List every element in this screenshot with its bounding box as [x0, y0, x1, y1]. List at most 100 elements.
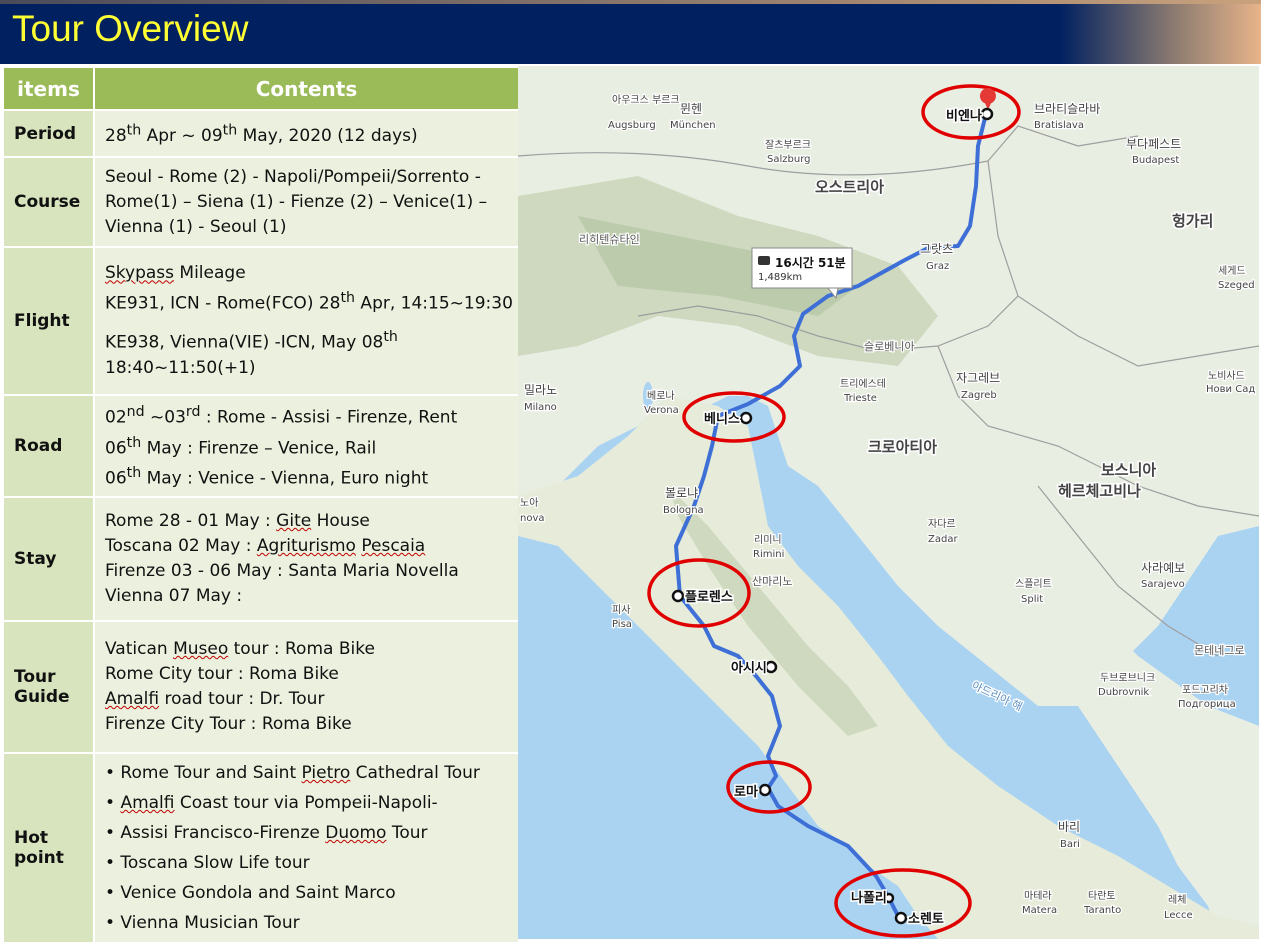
city-matera: Matera [1022, 905, 1057, 916]
table-row-guide: Tour Guide Vatican Museo tour : Roma Bike… [2, 620, 520, 754]
stop-marker-rome[interactable] [758, 783, 772, 797]
stop-label-assisi: 아시시 [731, 660, 767, 676]
city-nova: nova [520, 513, 545, 524]
city-taranto-ko: 타란토 [1088, 890, 1116, 902]
city-bari: Bari [1060, 839, 1080, 850]
map-canvas: 16시간 51분 1,489km 비엔나 베니스 플로렌스 아시시 로마 나폴리… [518, 66, 1259, 939]
country-label-bosnia-2: 헤르체고비나 [1058, 482, 1141, 500]
city-munich-ko: 뮌헨 [680, 102, 702, 116]
city-zadar: Zadar [928, 534, 958, 545]
city-trieste-ko: 트리에스테 [840, 378, 886, 390]
city-sarajevo: Sarajevo [1141, 579, 1185, 590]
city-dubrovnik: Dubrovnik [1098, 687, 1149, 698]
guide-content: Vatican Museo tour : Roma Bike Rome City… [93, 620, 520, 754]
city-verona-ko: 베로나 [647, 390, 675, 402]
title-bar-accent [0, 0, 1261, 4]
table-row-flight: Flight Skypass Mileage KE931, ICN - Rome… [2, 246, 520, 396]
car-icon [758, 256, 770, 265]
overview-table: items Contents Period 28th Apr ~ 09th Ma… [2, 66, 520, 944]
city-rimini: Rimini [753, 549, 784, 560]
header-items: items [2, 66, 95, 111]
stop-label-rome: 로마 [734, 784, 758, 800]
city-nova-ko: 노아 [520, 497, 538, 509]
table-row-road: Road 02nd ~03rd : Rome - Assisi - Firenz… [2, 394, 520, 498]
city-taranto: Taranto [1083, 905, 1121, 916]
city-zagreb-ko: 자그레브 [956, 371, 1000, 385]
city-split: Split [1021, 594, 1043, 605]
stop-label-sorrento: 소렌토 [908, 911, 944, 927]
route-map[interactable]: 16시간 51분 1,489km 비엔나 베니스 플로렌스 아시시 로마 나폴리… [518, 66, 1259, 939]
city-bari-ko: 바리 [1058, 820, 1080, 834]
city-bratislava: Bratislava [1034, 120, 1084, 131]
city-salzburg-ko: 잘츠부르크 [765, 139, 811, 151]
country-label-montenegro: 몬테네그로 [1194, 644, 1245, 657]
city-graz-ko: 그랏츠 [920, 242, 953, 256]
row-label-flight: Flight [2, 246, 95, 396]
city-zadar-ko: 자다르 [928, 518, 956, 530]
stop-marker-vienna[interactable] [980, 107, 994, 121]
city-augsburg-ko: 아우크스 부르크 [612, 94, 680, 106]
country-label-sanmarino: 산마리노 [752, 575, 792, 588]
city-szeged-ko: 세게드 [1218, 265, 1246, 277]
table-header-row: items Contents [2, 66, 520, 111]
city-salzburg: Salzburg [767, 154, 810, 165]
country-label-austria: 오스트리아 [815, 178, 884, 196]
country-label-liechtenstein: 리히텐슈타인 [579, 232, 640, 246]
city-szeged: Szeged [1218, 280, 1255, 291]
city-novisad: Нови Сад [1206, 384, 1255, 395]
city-augsburg: Augsburg [608, 120, 656, 131]
city-lecce-ko: 레체 [1168, 894, 1186, 906]
stop-label-venice: 베니스 [704, 412, 740, 427]
city-sarajevo-ko: 사라예보 [1141, 561, 1185, 575]
period-content: 28th Apr ~ 09th May, 2020 (12 days) [93, 109, 520, 158]
city-budapest-ko: 부다페스트 [1126, 137, 1181, 151]
city-rimini-ko: 리미니 [754, 534, 782, 546]
city-trieste: Trieste [843, 393, 877, 404]
title-bar: Tour Overview [0, 0, 1261, 64]
country-label-croatia: 크로아티아 [868, 438, 937, 456]
country-label-hungary: 헝가리 [1172, 212, 1213, 230]
city-munich: München [670, 120, 716, 131]
stop-marker-sorrento[interactable] [894, 911, 908, 925]
header-contents: Contents [93, 66, 520, 111]
hotpoint-content: • Rome Tour and Saint Pietro Cathedral T… [93, 752, 520, 944]
stop-label-vienna: 비엔나 [946, 108, 982, 124]
flight-content: Skypass Mileage KE931, ICN - Rome(FCO) 2… [93, 246, 520, 396]
route-distance: 1,489km [758, 272, 802, 283]
table-row-stay: Stay Rome 28 - 01 May : Gite House Tosca… [2, 496, 520, 622]
table-row-course: Course Seoul - Rome (2) - Napoli/Pompeii… [2, 156, 520, 248]
page-title: Tour Overview [12, 8, 249, 49]
city-verona: Verona [644, 405, 679, 416]
row-label-period: Period [2, 109, 95, 158]
route-time: 16시간 51분 [775, 255, 846, 270]
city-zagreb: Zagreb [961, 390, 997, 401]
country-label-bosnia-1: 보스니아 [1101, 461, 1156, 479]
row-label-stay: Stay [2, 496, 95, 622]
city-podgorica: Подгорица [1178, 699, 1236, 710]
city-split-ko: 스플리트 [1015, 578, 1052, 590]
city-lecce: Lecce [1164, 910, 1193, 921]
city-bologna: Bologna [663, 505, 704, 516]
city-podgorica-ko: 포드고리차 [1182, 684, 1228, 696]
country-label-slovenia: 슬로베니아 [864, 340, 915, 353]
row-label-course: Course [2, 156, 95, 248]
city-dubrovnik-ko: 두브로브니크 [1100, 672, 1155, 684]
stop-label-florence: 플로렌스 [685, 589, 733, 605]
row-label-hotpoint: Hot point [2, 752, 95, 944]
city-novisad-ko: 노비사드 [1208, 370, 1245, 382]
course-content: Seoul - Rome (2) - Napoli/Pompeii/Sorren… [93, 156, 520, 248]
stop-label-naples: 나폴리 [851, 890, 887, 906]
city-pisa-ko: 피사 [612, 604, 630, 616]
road-content: 02nd ~03rd : Rome - Assisi - Firenze, Re… [93, 394, 520, 498]
stop-marker-assisi[interactable] [764, 660, 778, 674]
city-bratislava-ko: 브라티슬라바 [1034, 102, 1100, 116]
city-budapest: Budapest [1132, 155, 1179, 166]
city-bologna-ko: 볼로냐 [665, 486, 698, 500]
stop-marker-venice[interactable] [739, 411, 753, 425]
stop-marker-florence[interactable] [671, 589, 685, 603]
city-pisa: Pisa [612, 619, 632, 630]
stay-content: Rome 28 - 01 May : Gite House Toscana 02… [93, 496, 520, 622]
row-label-road: Road [2, 394, 95, 498]
city-milano: Milano [524, 402, 557, 413]
lake-garda [752, 406, 764, 438]
